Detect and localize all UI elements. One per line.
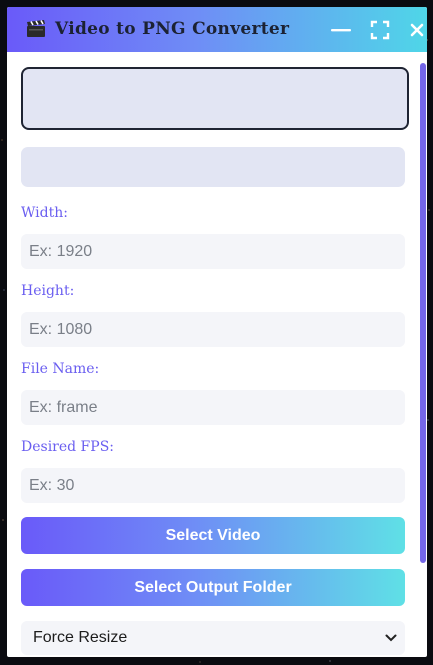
minimize-button[interactable] bbox=[330, 19, 352, 41]
width-input[interactable] bbox=[21, 234, 405, 269]
scrollbar-thumb[interactable] bbox=[420, 63, 426, 563]
status-bar bbox=[21, 147, 405, 187]
clapperboard-icon bbox=[27, 20, 45, 37]
height-label: Height: bbox=[21, 283, 75, 299]
close-button[interactable] bbox=[406, 19, 427, 41]
select-video-button[interactable]: Select Video bbox=[21, 517, 405, 554]
file-name-input[interactable] bbox=[21, 390, 405, 425]
height-input[interactable] bbox=[21, 312, 405, 347]
chevron-down-icon bbox=[385, 634, 397, 642]
title-bar[interactable]: Video to PNG Converter bbox=[7, 7, 427, 52]
fps-label: Desired FPS: bbox=[21, 439, 115, 455]
fullscreen-icon bbox=[370, 20, 390, 40]
window-title: Video to PNG Converter bbox=[55, 19, 290, 39]
fps-input[interactable] bbox=[21, 468, 405, 503]
app-window: Video to PNG Converter Width: Height: Fi… bbox=[7, 7, 427, 657]
video-drop-zone[interactable] bbox=[21, 67, 409, 130]
resize-mode-select[interactable]: Force Resize bbox=[21, 621, 405, 655]
minimize-icon bbox=[331, 29, 351, 32]
fullscreen-button[interactable] bbox=[369, 19, 391, 41]
width-label: Width: bbox=[21, 205, 68, 221]
close-icon bbox=[410, 23, 424, 37]
file-name-label: File Name: bbox=[21, 361, 100, 377]
select-output-folder-button[interactable]: Select Output Folder bbox=[21, 569, 405, 606]
resize-mode-value: Force Resize bbox=[33, 629, 128, 646]
